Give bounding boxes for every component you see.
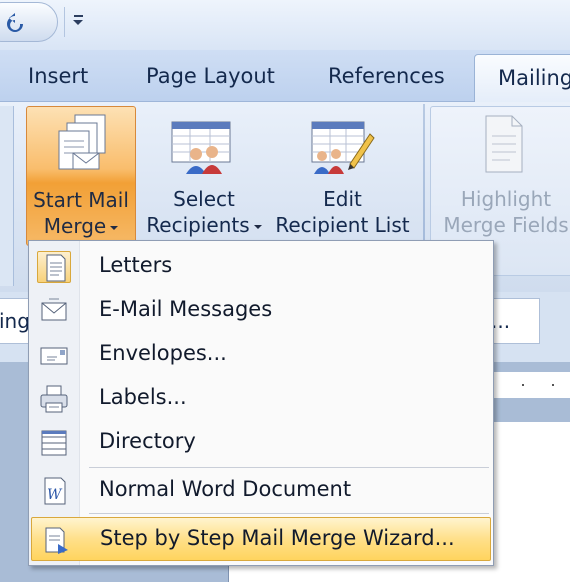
start-mail-merge-menu: Letters E-Mail Messages Envelopes... Lab… xyxy=(28,240,494,566)
ruler xyxy=(490,372,570,398)
edit-recipient-list-icon xyxy=(311,121,375,174)
select-recipients-label-1: Select xyxy=(173,187,235,211)
partial-field-left-text: ing xyxy=(0,309,30,333)
menu-item-email-messages-label: E-Mail Messages xyxy=(99,297,273,321)
wizard-document-icon xyxy=(38,524,72,556)
mail-merge-documents-icon xyxy=(58,114,106,170)
menu-divider xyxy=(89,467,489,468)
ribbon-tab-bar: Insert Page Layout References Mailings xyxy=(0,50,570,104)
menu-item-letters-label: Letters xyxy=(99,253,173,277)
word-document-icon: W xyxy=(37,475,71,507)
ribbon-group-edge xyxy=(0,106,14,286)
menu-item-labels[interactable]: Labels... xyxy=(31,377,491,421)
tab-mailings-label: Mailings xyxy=(498,66,570,90)
menu-item-mail-merge-wizard-label: Step by Step Mail Merge Wizard... xyxy=(100,526,455,550)
highlight-merge-fields-label-2: Merge Fields xyxy=(443,213,569,237)
tab-insert[interactable]: Insert xyxy=(28,64,88,88)
highlight-merge-fields-button[interactable]: Highlight Merge Fields xyxy=(436,106,570,246)
select-recipients-icon xyxy=(171,121,231,174)
toolbar-divider xyxy=(64,7,65,37)
menu-item-normal-word-document-label: Normal Word Document xyxy=(99,477,352,501)
chevron-down-icon xyxy=(110,225,119,230)
menu-item-mail-merge-wizard[interactable]: Step by Step Mail Merge Wizard... xyxy=(31,517,491,561)
tab-page-layout[interactable]: Page Layout xyxy=(146,64,275,88)
partial-field-right[interactable]: ... xyxy=(486,298,540,344)
envelope-icon xyxy=(37,339,71,371)
select-recipients-button[interactable]: Select Recipients xyxy=(140,106,268,246)
start-mail-merge-label-1: Start Mail xyxy=(33,188,129,212)
quick-access-toolbar xyxy=(0,0,570,50)
edit-recipient-list-label-1: Edit xyxy=(323,187,362,211)
customize-toolbar-button[interactable] xyxy=(70,10,90,34)
labels-printer-icon xyxy=(37,383,71,415)
menu-item-email-messages[interactable]: E-Mail Messages xyxy=(31,289,491,333)
undo-icon xyxy=(7,13,23,32)
highlight-fields-document-icon xyxy=(485,115,523,173)
menu-item-envelopes-label: Envelopes... xyxy=(99,341,227,365)
chevron-down-icon xyxy=(253,224,262,229)
menu-divider xyxy=(89,513,489,514)
start-mail-merge-label-2: Merge xyxy=(43,214,107,238)
menu-item-directory-label: Directory xyxy=(99,429,196,453)
chevron-down-icon xyxy=(73,20,83,25)
edit-recipient-list-button[interactable]: Edit Recipient List xyxy=(270,106,415,246)
directory-list-icon xyxy=(37,427,71,459)
select-recipients-label-2: Recipients xyxy=(146,213,250,237)
menu-item-labels-label: Labels... xyxy=(99,385,187,409)
menu-item-envelopes[interactable]: Envelopes... xyxy=(31,333,491,377)
start-mail-merge-button[interactable]: Start Mail Merge xyxy=(26,106,136,246)
tab-mailings[interactable]: Mailings xyxy=(474,54,570,104)
highlight-merge-fields-label-1: Highlight xyxy=(460,187,552,211)
envelope-email-icon xyxy=(37,295,71,327)
edit-recipient-list-label-2: Recipient List xyxy=(275,213,410,237)
svg-text:W: W xyxy=(47,487,63,503)
undo-button[interactable] xyxy=(0,2,58,42)
menu-item-normal-word-document[interactable]: W Normal Word Document xyxy=(31,469,491,513)
menu-item-directory[interactable]: Directory xyxy=(31,421,491,465)
tab-references[interactable]: References xyxy=(328,64,445,88)
menu-item-letters[interactable]: Letters xyxy=(31,245,491,289)
letter-document-icon xyxy=(37,251,71,283)
